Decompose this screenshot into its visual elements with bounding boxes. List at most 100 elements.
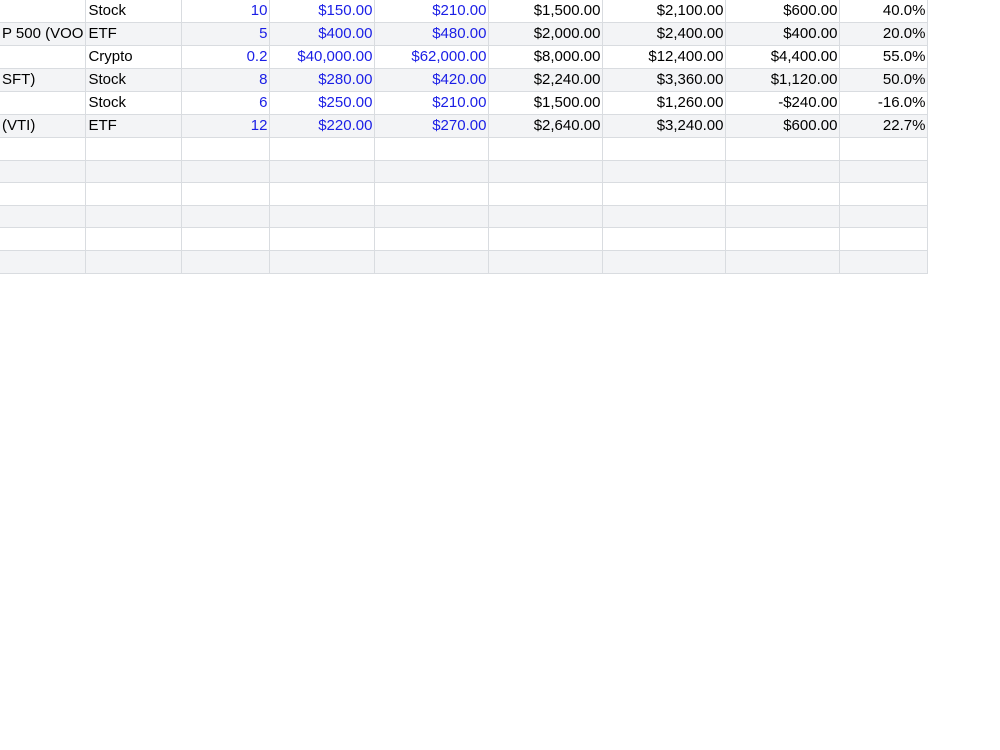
cell-quantity[interactable]: 8: [181, 68, 271, 93]
empty-cell[interactable]: [725, 160, 841, 184]
cell-asset-type[interactable]: Stock: [85, 0, 183, 24]
cell-asset-type[interactable]: ETF: [85, 114, 183, 139]
cell-asset-name[interactable]: [0, 0, 87, 24]
cell-asset-name[interactable]: [0, 45, 87, 70]
empty-cell[interactable]: [85, 137, 183, 161]
cell-return-pct[interactable]: 22.7%: [839, 114, 929, 139]
empty-cell[interactable]: [488, 137, 604, 161]
cell-quantity[interactable]: 6: [181, 91, 271, 116]
cell-current-value[interactable]: $3,360.00: [602, 68, 727, 93]
empty-cell[interactable]: [488, 182, 604, 206]
empty-cell[interactable]: [85, 160, 183, 184]
cell-quantity[interactable]: 12: [181, 114, 271, 139]
empty-cell[interactable]: [725, 250, 841, 274]
empty-cell[interactable]: [839, 182, 929, 206]
empty-cell[interactable]: [839, 160, 929, 184]
cell-asset-type[interactable]: Crypto: [85, 45, 183, 70]
empty-cell[interactable]: [839, 137, 929, 161]
empty-cell[interactable]: [85, 227, 183, 252]
cell-current-value[interactable]: $2,100.00: [602, 0, 727, 24]
cell-return-pct[interactable]: 50.0%: [839, 68, 929, 93]
empty-cell[interactable]: [181, 227, 271, 252]
cell-current-price[interactable]: $420.00: [374, 68, 490, 93]
empty-cell[interactable]: [0, 250, 87, 274]
empty-cell[interactable]: [602, 250, 727, 274]
empty-cell[interactable]: [839, 205, 929, 229]
empty-cell[interactable]: [0, 205, 87, 229]
cell-current-value[interactable]: $2,400.00: [602, 22, 727, 47]
cell-cost-basis[interactable]: $2,000.00: [488, 22, 604, 47]
cell-current-value[interactable]: $3,240.00: [602, 114, 727, 139]
empty-cell[interactable]: [269, 227, 376, 252]
cell-asset-type[interactable]: Stock: [85, 91, 183, 116]
cell-asset-name[interactable]: (VTI): [0, 114, 87, 139]
cell-asset-name[interactable]: P 500 (VOO: [0, 22, 87, 47]
empty-cell[interactable]: [725, 227, 841, 252]
cell-gain-loss[interactable]: $4,400.00: [725, 45, 841, 70]
empty-cell[interactable]: [181, 250, 271, 274]
empty-cell[interactable]: [374, 250, 490, 274]
empty-cell[interactable]: [488, 205, 604, 229]
cell-gain-loss[interactable]: $600.00: [725, 114, 841, 139]
cell-gain-loss[interactable]: $400.00: [725, 22, 841, 47]
empty-cell[interactable]: [85, 182, 183, 206]
empty-cell[interactable]: [602, 137, 727, 161]
empty-cell[interactable]: [85, 250, 183, 274]
empty-cell[interactable]: [374, 137, 490, 161]
cell-asset-type[interactable]: ETF: [85, 22, 183, 47]
empty-cell[interactable]: [181, 182, 271, 206]
empty-cell[interactable]: [602, 205, 727, 229]
cell-cost-basis[interactable]: $2,240.00: [488, 68, 604, 93]
cell-buy-price[interactable]: $150.00: [269, 0, 376, 24]
empty-cell[interactable]: [725, 182, 841, 206]
empty-cell[interactable]: [269, 137, 376, 161]
empty-cell[interactable]: [725, 137, 841, 161]
cell-quantity[interactable]: 5: [181, 22, 271, 47]
empty-cell[interactable]: [0, 227, 87, 252]
empty-cell[interactable]: [269, 182, 376, 206]
empty-cell[interactable]: [0, 160, 87, 184]
empty-cell[interactable]: [85, 205, 183, 229]
cell-asset-name[interactable]: [0, 91, 87, 116]
cell-gain-loss[interactable]: $600.00: [725, 0, 841, 24]
cell-buy-price[interactable]: $40,000.00: [269, 45, 376, 70]
empty-cell[interactable]: [181, 137, 271, 161]
cell-current-price[interactable]: $270.00: [374, 114, 490, 139]
cell-return-pct[interactable]: 20.0%: [839, 22, 929, 47]
cell-buy-price[interactable]: $250.00: [269, 91, 376, 116]
cell-cost-basis[interactable]: $2,640.00: [488, 114, 604, 139]
empty-cell[interactable]: [0, 182, 87, 206]
cell-gain-loss[interactable]: -$240.00: [725, 91, 841, 116]
cell-cost-basis[interactable]: $1,500.00: [488, 0, 604, 24]
empty-cell[interactable]: [374, 160, 490, 184]
empty-cell[interactable]: [269, 250, 376, 274]
cell-cost-basis[interactable]: $1,500.00: [488, 91, 604, 116]
empty-cell[interactable]: [839, 250, 929, 274]
empty-cell[interactable]: [839, 227, 929, 252]
empty-cell[interactable]: [602, 227, 727, 252]
cell-current-value[interactable]: $12,400.00: [602, 45, 727, 70]
empty-cell[interactable]: [602, 182, 727, 206]
cell-current-price[interactable]: $210.00: [374, 0, 490, 24]
empty-cell[interactable]: [488, 250, 604, 274]
empty-cell[interactable]: [725, 205, 841, 229]
cell-return-pct[interactable]: -16.0%: [839, 91, 929, 116]
cell-current-price[interactable]: $210.00: [374, 91, 490, 116]
empty-cell[interactable]: [374, 182, 490, 206]
empty-cell[interactable]: [602, 160, 727, 184]
cell-return-pct[interactable]: 40.0%: [839, 0, 929, 24]
cell-cost-basis[interactable]: $8,000.00: [488, 45, 604, 70]
empty-cell[interactable]: [374, 227, 490, 252]
cell-asset-type[interactable]: Stock: [85, 68, 183, 93]
cell-asset-name[interactable]: SFT): [0, 68, 87, 93]
cell-buy-price[interactable]: $400.00: [269, 22, 376, 47]
cell-current-value[interactable]: $1,260.00: [602, 91, 727, 116]
empty-cell[interactable]: [269, 205, 376, 229]
empty-cell[interactable]: [269, 160, 376, 184]
cell-current-price[interactable]: $62,000.00: [374, 45, 490, 70]
empty-cell[interactable]: [488, 227, 604, 252]
empty-cell[interactable]: [181, 205, 271, 229]
empty-cell[interactable]: [181, 160, 271, 184]
cell-buy-price[interactable]: $220.00: [269, 114, 376, 139]
empty-cell[interactable]: [374, 205, 490, 229]
